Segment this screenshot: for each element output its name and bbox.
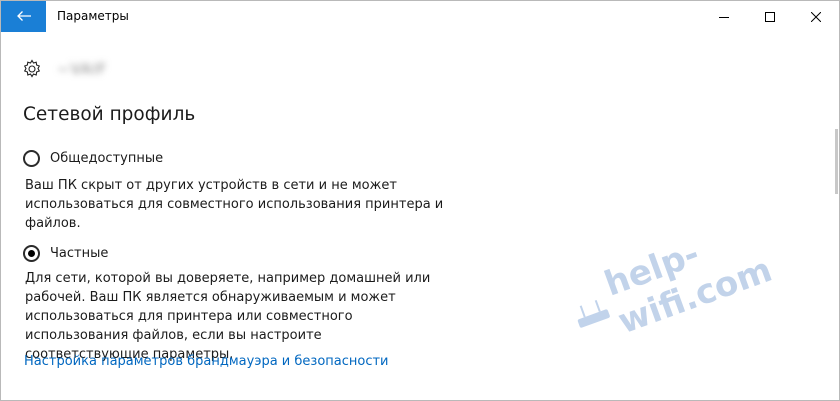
scrollbar-thumb[interactable]	[835, 129, 838, 194]
maximize-icon	[765, 7, 775, 26]
minimize-icon	[719, 7, 729, 26]
watermark-text: help-wifi.com	[599, 233, 778, 343]
maximize-button[interactable]	[747, 1, 793, 32]
close-icon	[810, 7, 822, 26]
radio-circle-public[interactable]	[23, 150, 40, 167]
title-bar: Параметры	[1, 1, 839, 32]
radio-selected-dot	[28, 250, 35, 257]
radio-circle-private[interactable]	[23, 245, 40, 262]
network-header: ~VAIF	[21, 57, 107, 81]
watermark: help-wifi.com	[561, 186, 839, 356]
description-private: Для сети, которой вы доверяете, например…	[25, 271, 431, 362]
radio-private[interactable]: Частные	[23, 245, 108, 262]
firewall-settings-link[interactable]: Настройка параметров брандмауэра и безоп…	[24, 354, 389, 369]
radio-label-private: Частные	[50, 246, 109, 261]
gear-icon	[21, 58, 43, 80]
arrow-left-icon	[16, 7, 32, 26]
radio-label-public: Общедоступные	[50, 151, 164, 166]
minimize-button[interactable]	[701, 1, 747, 32]
back-button[interactable]	[1, 1, 46, 32]
window-title: Параметры	[57, 9, 129, 23]
network-name: ~VAIF	[57, 60, 108, 78]
description-public: Ваш ПК скрыт от других устройств в сети …	[25, 178, 444, 231]
section-title: Сетевой профиль	[23, 104, 196, 125]
close-button[interactable]	[793, 1, 839, 32]
settings-window: Параметры ~VAIF Сетевой профиль Общедост…	[0, 0, 840, 401]
router-icon	[570, 292, 615, 333]
radio-public[interactable]: Общедоступные	[23, 150, 163, 167]
